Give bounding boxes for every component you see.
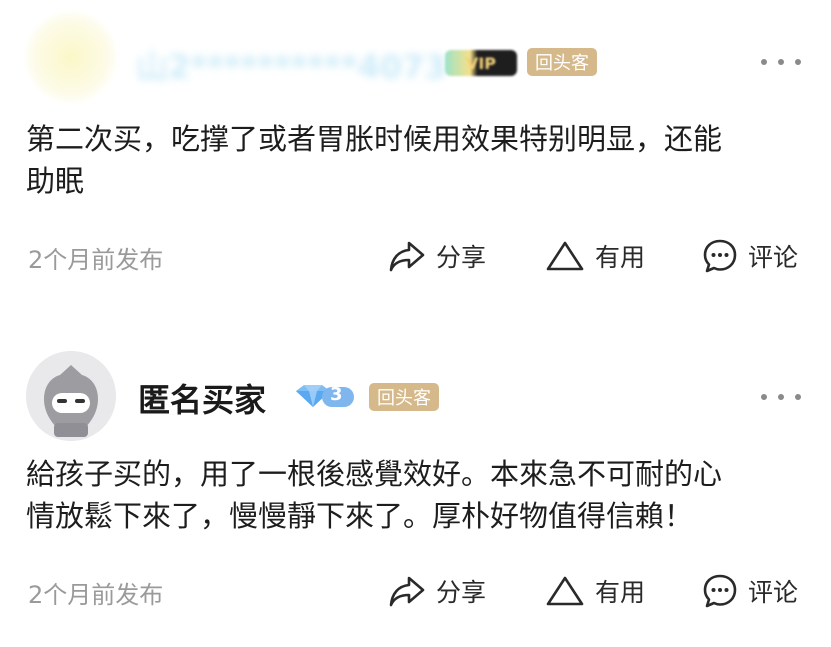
comment-label: 评论 xyxy=(748,578,799,607)
review-content-line: 情放鬆下來了，慢慢靜下來了。厚朴好物值得信賴！ xyxy=(26,499,694,533)
review-content-line: 助眠 xyxy=(26,164,85,198)
avatar[interactable] xyxy=(26,12,116,102)
share-button[interactable]: 分享 xyxy=(388,571,486,611)
review-footer: 2个月前发布 分享 有用 评论 xyxy=(0,236,831,276)
review-content-line: 給孩子买的，用了一根後感覺效好。本來急不可耐的心 xyxy=(26,457,723,491)
share-icon xyxy=(388,239,426,273)
avatar[interactable] xyxy=(26,351,116,441)
review-content: 給孩子买的，用了一根後感覺效好。本來急不可耐的心 情放鬆下來了，慢慢靜下來了。厚… xyxy=(26,453,806,537)
share-label: 分享 xyxy=(436,243,487,272)
post-time: 2个月前发布 xyxy=(28,246,164,274)
diamond-level-badge: 3 xyxy=(292,383,358,409)
useful-label: 有用 xyxy=(595,243,646,272)
more-options-icon[interactable] xyxy=(761,387,801,407)
useful-label: 有用 xyxy=(595,578,646,607)
comment-button[interactable]: 评论 xyxy=(702,236,798,276)
useful-button[interactable]: 有用 xyxy=(545,571,645,611)
comment-icon xyxy=(702,238,738,274)
repeat-customer-badge: 回头客 xyxy=(369,383,439,411)
level-number: 3 xyxy=(330,384,343,405)
post-time: 2个月前发布 xyxy=(28,581,164,609)
username[interactable]: 山2**********4073 xyxy=(136,42,447,88)
review-footer: 2个月前发布 分享 有用 评论 xyxy=(0,571,831,611)
thumbs-up-triangle-icon xyxy=(545,574,585,608)
comment-label: 评论 xyxy=(748,243,799,272)
share-label: 分享 xyxy=(436,578,487,607)
review-item: 匿名买家 3 回头客 給孩子买的，用了一根後感覺效好。本來急不可耐的心 情放鬆下… xyxy=(0,345,831,647)
share-button[interactable]: 分享 xyxy=(388,236,486,276)
review-item: 山2**********4073 VIP 回头客 第二次买，吃撑了或者胃胀时候用… xyxy=(0,0,831,305)
review-content: 第二次买，吃撑了或者胃胀时候用效果特别明显，还能 助眠 xyxy=(26,118,806,202)
comment-button[interactable]: 评论 xyxy=(702,571,798,611)
useful-button[interactable]: 有用 xyxy=(545,236,645,276)
username[interactable]: 匿名买家 xyxy=(138,375,266,421)
anonymous-avatar-icon xyxy=(26,351,116,441)
more-options-icon[interactable] xyxy=(761,52,801,72)
review-content-line: 第二次买，吃撑了或者胃胀时候用效果特别明显，还能 xyxy=(26,122,723,156)
comment-icon xyxy=(702,573,738,609)
thumbs-up-triangle-icon xyxy=(545,239,585,273)
repeat-customer-badge: 回头客 xyxy=(527,48,597,76)
vip-level-badge: VIP xyxy=(445,50,517,76)
share-icon xyxy=(388,574,426,608)
